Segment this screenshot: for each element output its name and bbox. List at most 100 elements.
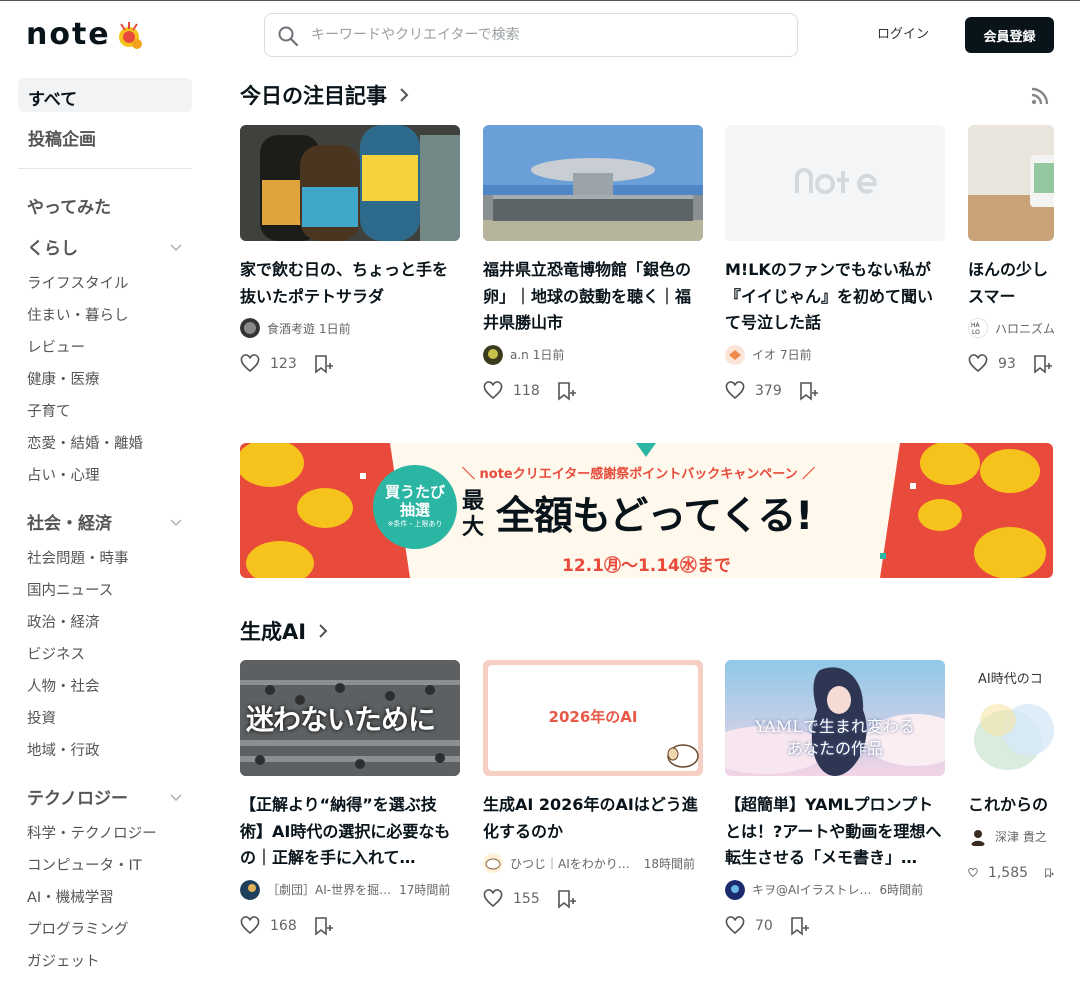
avatar[interactable]	[483, 853, 503, 873]
article-title[interactable]: 福井県立恐竜博物館「銀色の卵」｜地球の鼓動を聴く｜福井県勝山市	[483, 257, 703, 337]
register-button[interactable]: 会員登録	[965, 17, 1054, 53]
campaign-banner[interactable]: 買うたび 抽選 ※条件・上限あり ＼ noteクリエイター感謝祭ポイントバックキ…	[240, 443, 1053, 578]
avatar[interactable]	[968, 826, 988, 847]
bookmark-add-icon[interactable]	[313, 916, 333, 936]
article-thumbnail[interactable]: 2026年のAI	[483, 660, 703, 776]
thumbnail-caption: 2026年のAI	[548, 708, 638, 726]
sidebar-item[interactable]: 占い・心理	[18, 457, 192, 489]
avatar[interactable]	[240, 879, 260, 900]
sidebar-group-head[interactable]: 社会・経済	[18, 503, 192, 540]
article-thumbnail[interactable]	[968, 125, 1054, 241]
thumbnail-caption: AI時代のコ	[978, 672, 1043, 687]
article-thumbnail[interactable]	[240, 125, 460, 241]
sidebar-item[interactable]: 恋愛・結婚・離婚	[18, 425, 192, 457]
article-card[interactable]: 福井県立恐竜博物館「銀色の卵」｜地球の鼓動を聴く｜福井県勝山市 a.n 1日前 …	[483, 125, 703, 401]
sidebar-item[interactable]: 国内ニュース	[18, 572, 192, 604]
avatar[interactable]	[725, 879, 745, 900]
heart-icon[interactable]	[968, 354, 988, 374]
article-card[interactable]: AI時代のコ これからの どんなコン きか? 深津 貴之 1,585	[968, 660, 1054, 883]
sidebar-group-head[interactable]: くらし	[18, 228, 192, 265]
article-meta: a.n 1日前	[483, 344, 703, 365]
sidebar-item[interactable]: 投資	[18, 700, 192, 732]
article-thumbnail[interactable]	[483, 125, 703, 241]
sidebar-item[interactable]: プログラミング	[18, 911, 192, 943]
author-name[interactable]: イオ	[752, 346, 776, 363]
heart-icon[interactable]	[725, 380, 745, 401]
sidebar-item[interactable]: 社会問題・時事	[18, 540, 192, 572]
sidebar-item[interactable]: 政治・経済	[18, 604, 192, 636]
section-title-featured[interactable]: 今日の注目記事	[240, 80, 413, 110]
heart-icon[interactable]	[968, 863, 978, 883]
article-thumbnail[interactable]	[725, 125, 945, 241]
heart-icon[interactable]	[725, 915, 745, 936]
like-count: 168	[270, 917, 297, 934]
headline-char: 大	[462, 515, 485, 540]
sidebar-item-all[interactable]: すべて	[18, 78, 192, 112]
sidebar-item[interactable]: ライフスタイル	[18, 265, 192, 297]
article-title[interactable]: これからの どんなコン きか?	[968, 792, 1054, 819]
article-card[interactable]: YAMLで生まれ変わる あなたの作品 【超簡単】YAMLプロンプトとは！?アート…	[725, 660, 945, 936]
article-card[interactable]: ほんの少し Amazon Eめるスマー HALO ハロニズム 93	[968, 125, 1054, 374]
author-name[interactable]: 食酒考遊	[267, 320, 315, 337]
bookmark-add-icon[interactable]	[789, 916, 809, 936]
article-card[interactable]: 迷わないために 【正解より“納得”を選ぶ技術】AI時代の選択に必要なもの｜正解を…	[240, 660, 460, 936]
sidebar-item[interactable]: コンピュータ・IT	[18, 847, 192, 879]
sidebar-item[interactable]: AI・機械学習	[18, 879, 192, 911]
article-card[interactable]: 家で飲む日の、ちょっと手を抜いたポテトサラダ 食酒考遊 1日前 123	[240, 125, 460, 374]
avatar[interactable]	[725, 344, 745, 365]
bookmark-add-icon[interactable]	[556, 381, 576, 401]
heart-icon[interactable]	[483, 380, 503, 401]
sidebar-group-head[interactable]: やってみた	[18, 187, 192, 224]
article-title[interactable]: M!LKのファンでもない私が『イイじゃん』を初めて聞いて号泣した話	[725, 257, 945, 337]
article-title[interactable]: ほんの少し Amazon Eめるスマー	[968, 257, 1054, 310]
note-logo[interactable]: note	[26, 17, 145, 52]
section-title-generative-ai[interactable]: 生成AI	[240, 616, 332, 646]
article-meta: 食酒考遊 1日前	[240, 318, 460, 338]
author-name[interactable]: a.n	[510, 348, 529, 362]
chevron-down-icon	[170, 518, 182, 526]
sidebar-item-contests[interactable]: 投稿企画	[18, 118, 192, 152]
rss-icon[interactable]	[1030, 86, 1050, 106]
author-name[interactable]: 深津 貴之	[995, 828, 1047, 845]
heart-icon[interactable]	[240, 354, 260, 374]
article-thumbnail[interactable]: YAMLで生まれ変わる あなたの作品	[725, 660, 945, 776]
article-title[interactable]: 生成AI 2026年のAIはどう進化するのか	[483, 792, 703, 845]
thumbnail-caption: 迷わないために	[246, 703, 436, 736]
banner-dates: 12.1㊊〜1.14㊌まで	[562, 556, 731, 576]
sidebar-group-head[interactable]: テクノロジー	[18, 778, 192, 815]
bookmark-add-icon[interactable]	[313, 354, 333, 374]
author-name[interactable]: ハロニズム	[995, 320, 1054, 337]
sidebar-item[interactable]: 子育て	[18, 393, 192, 425]
heart-icon[interactable]	[483, 889, 503, 909]
sidebar-item[interactable]: ビジネス	[18, 636, 192, 668]
article-card[interactable]: 2026年のAI 生成AI 2026年のAIはどう進化するのか ひつじ｜AIをわ…	[483, 660, 703, 909]
search-input[interactable]	[309, 22, 779, 48]
bookmark-add-icon[interactable]	[556, 889, 576, 909]
author-name[interactable]: ［劇団］AI-世界を掘…	[267, 881, 391, 898]
article-card[interactable]: M!LKのファンでもない私が『イイじゃん』を初めて聞いて号泣した話 イオ 7日前…	[725, 125, 945, 401]
article-thumbnail[interactable]: 迷わないために	[240, 660, 460, 776]
article-title[interactable]: 【正解より“納得”を選ぶ技術】AI時代の選択に必要なもの｜正解を手に入れて…	[240, 792, 460, 872]
heart-icon[interactable]	[240, 915, 260, 936]
sidebar-item[interactable]: 健康・医療	[18, 361, 192, 393]
avatar[interactable]	[240, 318, 260, 338]
bookmark-add-icon[interactable]	[1044, 863, 1054, 883]
sidebar-item[interactable]: ガジェット	[18, 943, 192, 975]
sidebar-item[interactable]: 人物・社会	[18, 668, 192, 700]
avatar[interactable]	[483, 344, 503, 365]
article-thumbnail[interactable]: AI時代のコ	[968, 660, 1054, 776]
sidebar-item[interactable]: レビュー	[18, 329, 192, 361]
author-name[interactable]: ひつじ｜AIをわかり…	[510, 855, 630, 872]
author-name[interactable]: キヲ@AIイラストレ…	[752, 881, 872, 898]
login-link[interactable]: ログイン	[868, 23, 938, 42]
badge-note: ※条件・上限あり	[387, 520, 443, 528]
bookmark-add-icon[interactable]	[1032, 354, 1052, 374]
article-title[interactable]: 家で飲む日の、ちょっと手を抜いたポテトサラダ	[240, 257, 460, 310]
avatar[interactable]: HALO	[968, 318, 988, 338]
sidebar-item[interactable]: 地域・行政	[18, 732, 192, 764]
bookmark-add-icon[interactable]	[798, 381, 818, 401]
search-box[interactable]	[264, 13, 798, 57]
article-title[interactable]: 【超簡単】YAMLプロンプトとは！?アートや動画を理想へ転生させる「メモ書き」…	[725, 792, 945, 872]
sidebar-item[interactable]: 住まい・暮らし	[18, 297, 192, 329]
sidebar-item[interactable]: 科学・テクノロジー	[18, 815, 192, 847]
